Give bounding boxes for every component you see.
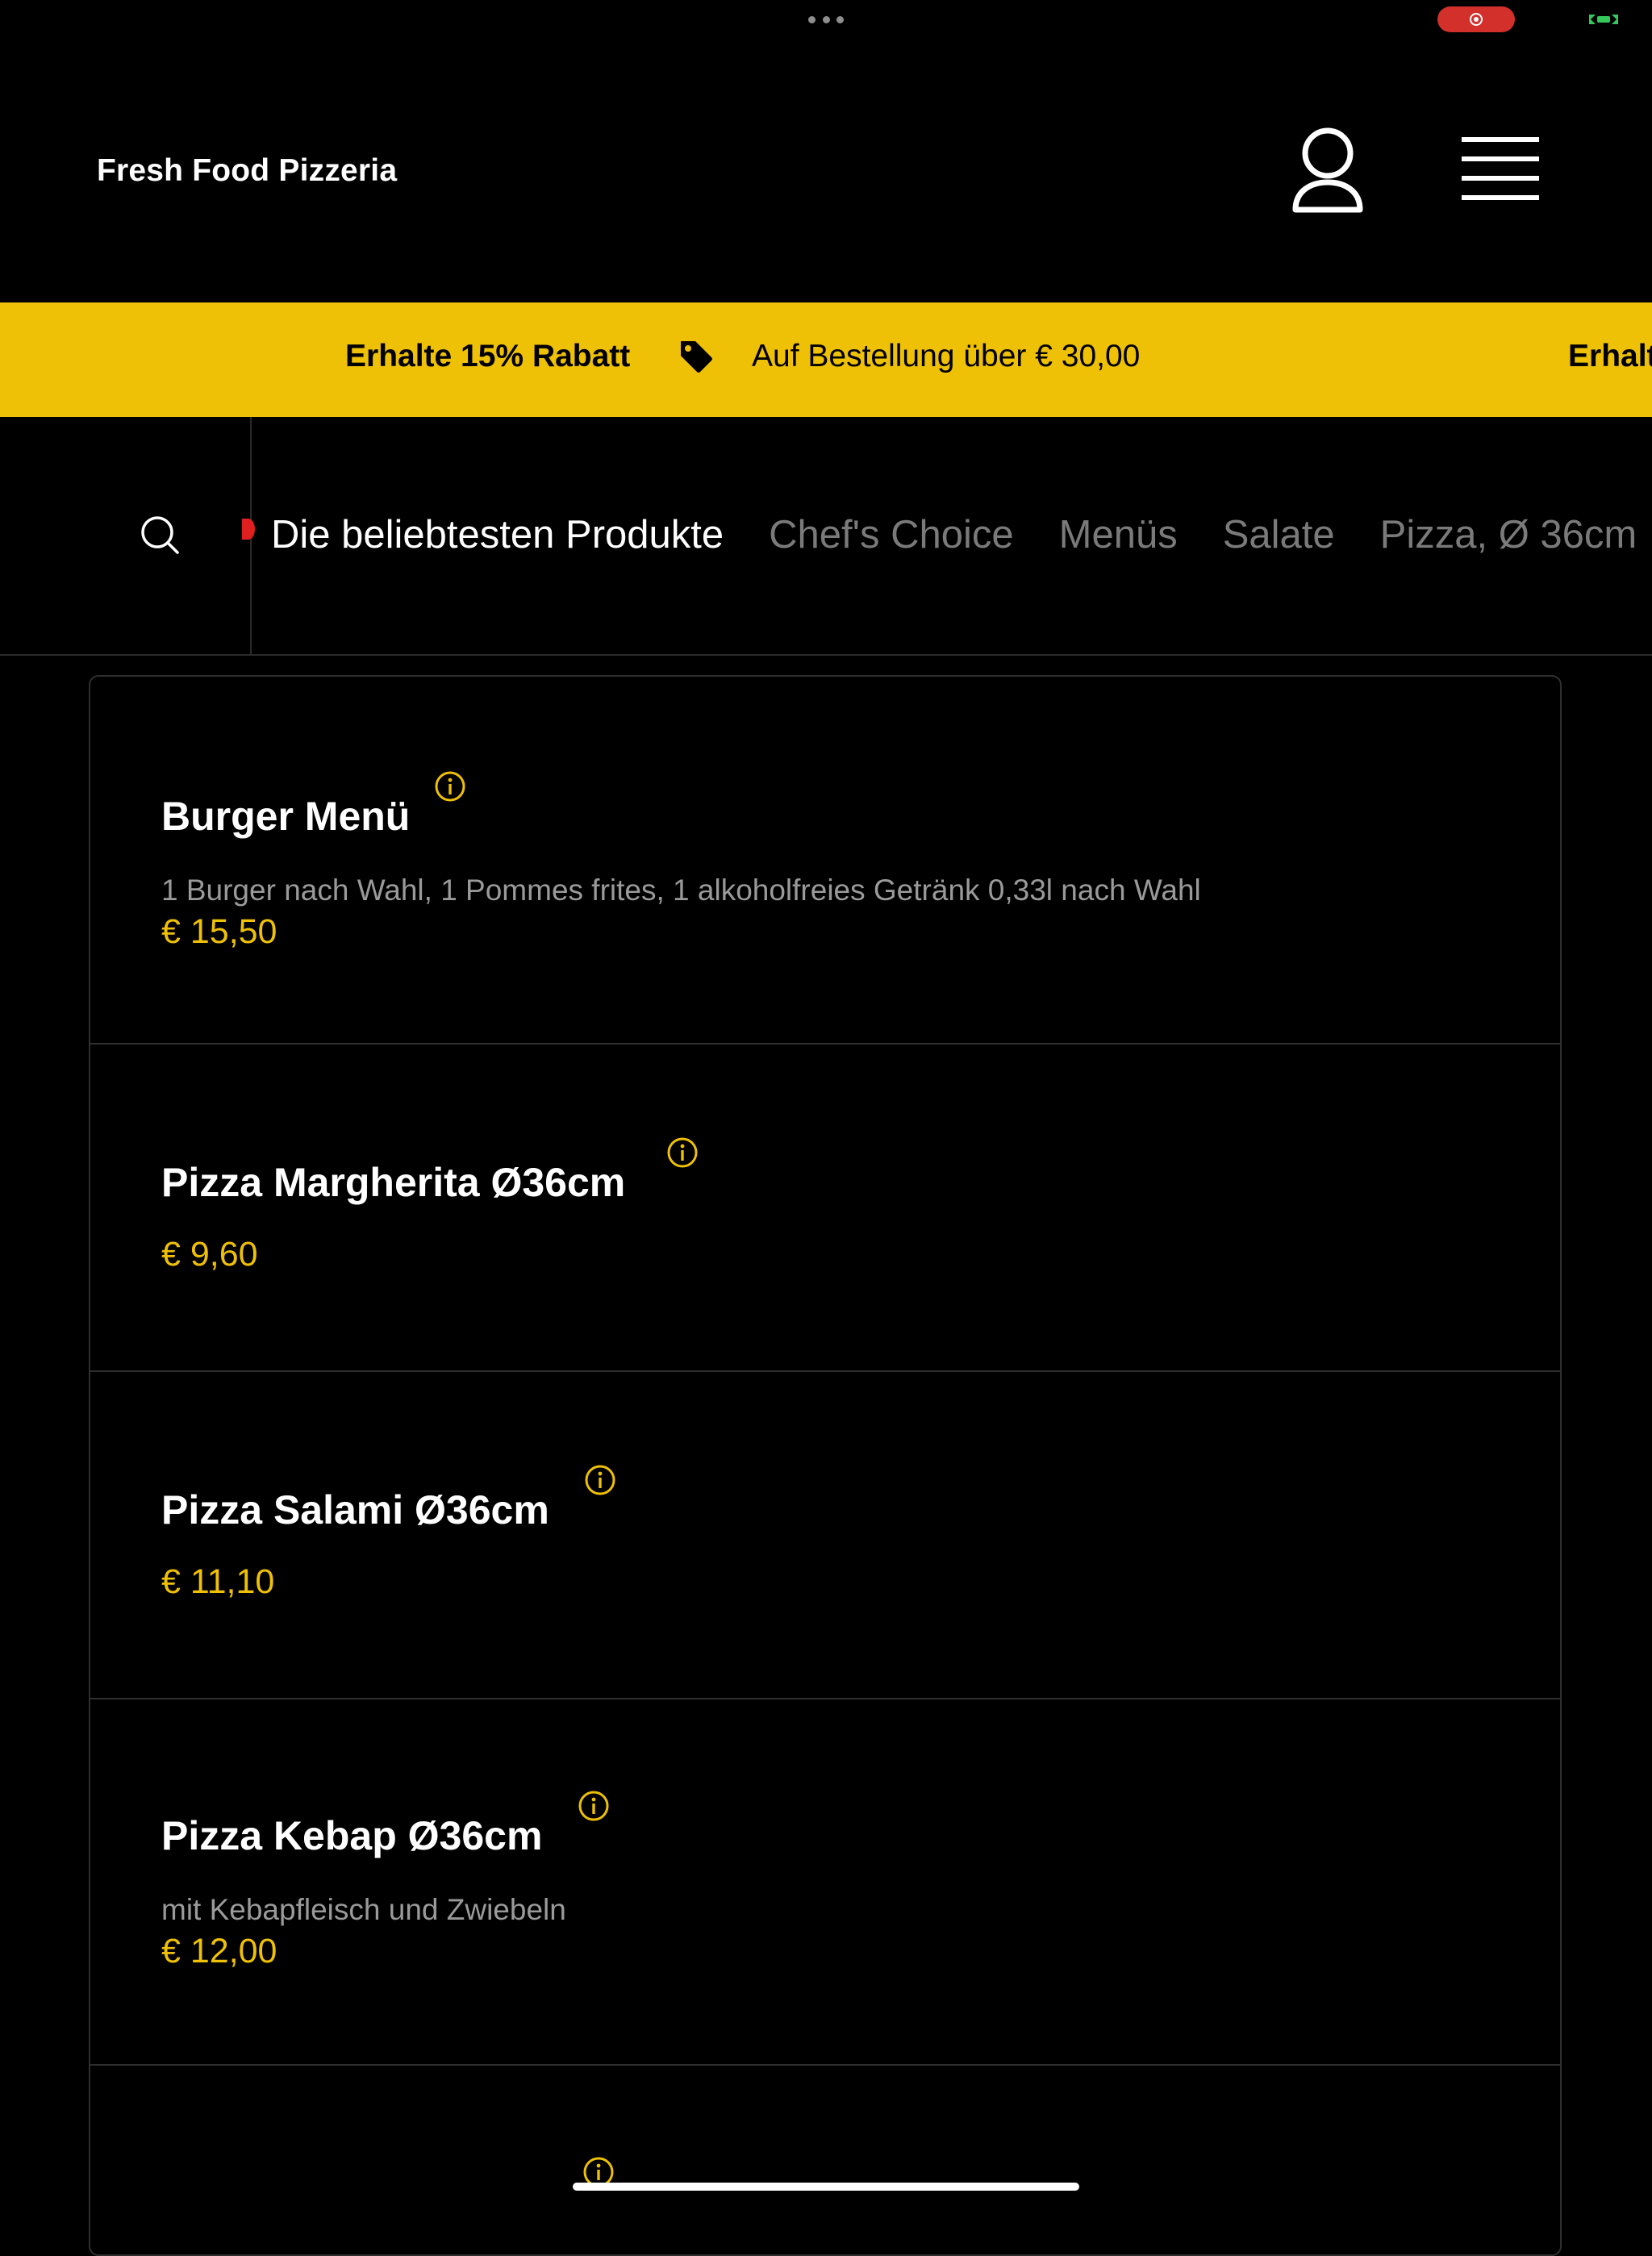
tab-menus[interactable]: Menüs [1059, 512, 1178, 557]
promo-headline: Erhalte 15% Rabatt [345, 339, 631, 373]
category-nav: Die beliebtesten Produkte Chef's Choice … [0, 417, 1652, 656]
product-list: Burger Menü 1 Burger nach Wahl, 1 Pommes… [89, 675, 1562, 2256]
hamburger-menu-icon[interactable] [1460, 132, 1541, 205]
dot [822, 15, 830, 23]
screen-recording-indicator[interactable] [1437, 6, 1515, 32]
tab-pizza[interactable]: Pizza, Ø 36cm [1380, 512, 1637, 557]
tab-popular-products[interactable]: Die beliebtesten Produkte [271, 512, 724, 557]
product-price: € 11,10 [161, 1562, 275, 1601]
product-title: Pizza Margherita Ø36cm [161, 1160, 626, 1205]
tag-icon [681, 341, 712, 373]
promo-headline-repeat: Erhalte 15% Rabatt [1568, 339, 1652, 373]
product-description: mit Kebapfleisch und Zwiebeln [161, 1893, 566, 1926]
product-title: Burger Menü [161, 794, 411, 839]
product-price: € 15,50 [161, 912, 277, 951]
multitasking-dots[interactable] [808, 15, 844, 24]
brand-name[interactable]: Fresh Food Pizzeria [97, 153, 397, 189]
product-item-pizza-salami[interactable]: Pizza Salami Ø36cm € 11,10 [90, 1372, 1560, 1699]
info-icon[interactable] [578, 1790, 610, 1822]
product-title: Pizza Salami Ø36cm [161, 1487, 549, 1532]
product-item-pizza-kebap[interactable]: Pizza Kebap Ø36cm mit Kebapfleisch und Z… [90, 1699, 1560, 2066]
screen-mirroring-icon [1589, 15, 1618, 24]
product-title: Pizza Kebap Ø36cm [161, 1813, 543, 1858]
tab-salads[interactable]: Salate [1223, 512, 1335, 557]
info-icon[interactable] [666, 1136, 699, 1169]
dot [808, 15, 816, 23]
search-icon[interactable] [139, 514, 181, 556]
category-tabs: Die beliebtesten Produkte Chef's Choice … [271, 512, 1652, 557]
product-price: € 9,60 [161, 1235, 258, 1274]
info-icon[interactable] [584, 1464, 616, 1496]
home-indicator[interactable] [573, 2183, 1079, 2191]
app-header: Fresh Food Pizzeria [0, 32, 1652, 302]
promo-banner[interactable]: Erhalte 15% Rabatt Auf Bestellung über €… [0, 302, 1652, 417]
active-marker-icon [242, 519, 255, 540]
record-icon [1470, 13, 1483, 26]
product-item-pizza-margherita[interactable]: Pizza Margherita Ø36cm € 9,60 [90, 1045, 1560, 1372]
promo-detail: Auf Bestellung über € 30,00 [752, 339, 1141, 373]
user-icon[interactable] [1287, 123, 1368, 219]
product-price: € 12,00 [161, 1932, 277, 1970]
dot [836, 15, 844, 23]
info-icon[interactable] [434, 770, 466, 803]
product-item-partial[interactable] [90, 2066, 1560, 2254]
product-description: 1 Burger nach Wahl, 1 Pommes frites, 1 a… [161, 874, 1201, 907]
product-item-burger-menu[interactable]: Burger Menü 1 Burger nach Wahl, 1 Pommes… [90, 677, 1560, 1045]
tab-chefs-choice[interactable]: Chef's Choice [769, 512, 1014, 557]
